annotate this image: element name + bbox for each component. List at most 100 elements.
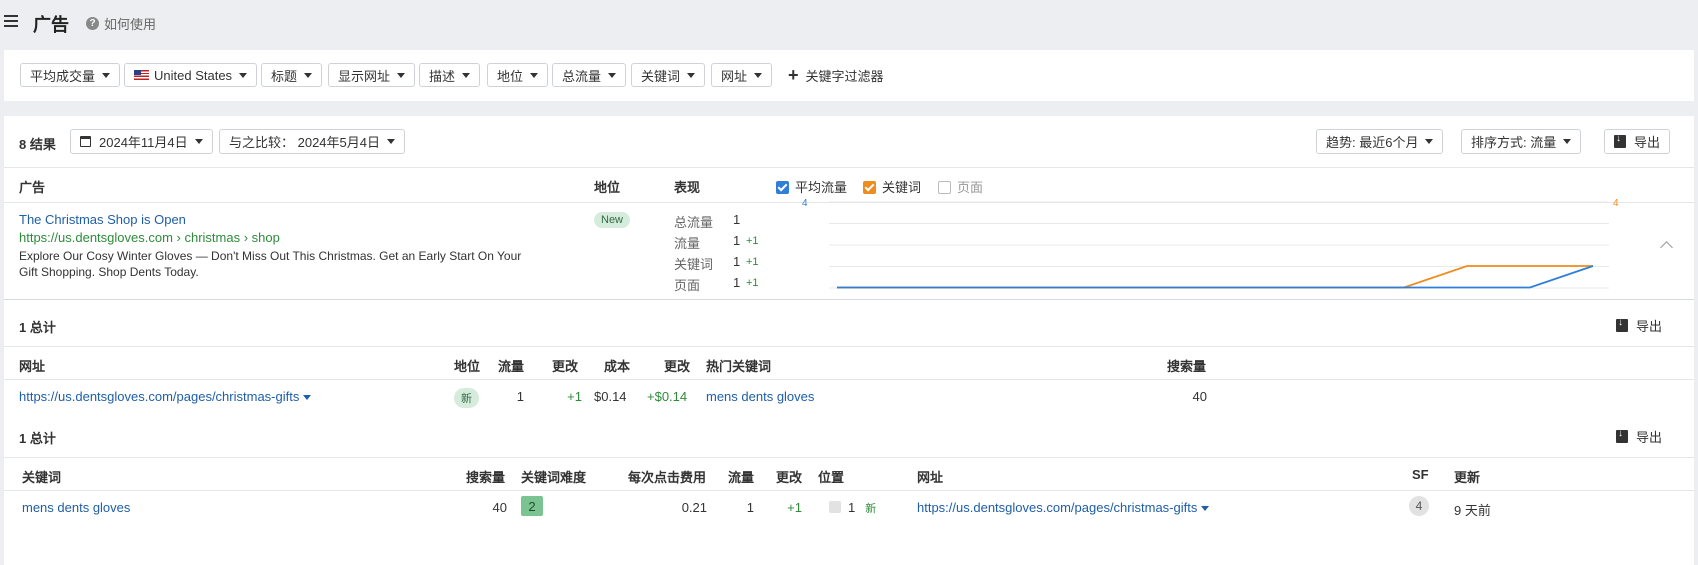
keywords-total: 1 总计 xyxy=(19,431,56,446)
ad-url[interactable]: https://us.dentsgloves.com › christmas ›… xyxy=(19,230,280,245)
trend-dropdown[interactable]: 趋势: 最近6个月 xyxy=(1316,129,1444,154)
ad-title[interactable]: The Christmas Shop is Open xyxy=(19,212,186,227)
chevron-up-icon[interactable] xyxy=(1660,241,1673,254)
ad-description-line2: Gift Shopping. Shop Dents Today. xyxy=(19,265,199,279)
keyword-position: 1新 xyxy=(829,500,876,516)
filter-avg-volume[interactable]: 平均成交量 xyxy=(20,63,121,87)
col-kd: 关键词难度 xyxy=(521,470,587,485)
keyword-change: +1 xyxy=(787,500,802,515)
chevron-down-icon xyxy=(102,72,111,78)
legend-avg-traffic[interactable]: 平均流量 xyxy=(776,177,847,196)
metric-delta: +1 xyxy=(746,256,759,268)
divider xyxy=(4,346,1694,347)
col-performance: 表现 xyxy=(674,180,701,195)
keyword-difficulty-badge: 2 xyxy=(521,496,543,516)
col-cost: 成本 xyxy=(604,359,631,374)
col-traffic: 流量 xyxy=(728,470,755,485)
legend-label: 页面 xyxy=(957,180,984,195)
metric-label: 总流量 xyxy=(674,215,714,230)
filter-bar: 平均成交量 United States 标题 显示网址 描述 地位 总流量 关键… xyxy=(4,50,1694,101)
export-button[interactable]: 导出 xyxy=(1604,129,1671,154)
filter-country[interactable]: United States xyxy=(124,63,258,87)
metric-label: 流量 xyxy=(674,236,701,251)
urls-export-button[interactable]: 导出 xyxy=(1616,316,1662,335)
keyword-updated: 9 天前 xyxy=(1454,503,1491,518)
date-picker[interactable]: 2024年11月4日 xyxy=(70,129,213,154)
url-top-keyword[interactable]: mens dents gloves xyxy=(706,389,814,404)
keyword-link[interactable]: mens dents gloves xyxy=(22,500,130,515)
col-traffic: 流量 xyxy=(498,359,525,374)
metric-label: 页面 xyxy=(674,278,701,293)
divider xyxy=(4,490,1694,491)
filter-total-traffic[interactable]: 总流量 xyxy=(552,63,627,87)
results-count: 8 结果 xyxy=(19,137,56,152)
legend-pages[interactable]: 页面 xyxy=(938,177,983,196)
filter-keywords[interactable]: 关键词 xyxy=(631,63,706,87)
filter-description[interactable]: 描述 xyxy=(419,63,481,87)
metric-delta: +1 xyxy=(746,277,759,289)
chevron-down-icon xyxy=(687,72,696,78)
url-row-link[interactable]: https://us.dentsgloves.com/pages/christm… xyxy=(19,389,312,404)
chevron-down-icon xyxy=(462,72,471,78)
serp-features-count[interactable]: 4 xyxy=(1409,496,1429,516)
checkbox-checked-icon xyxy=(863,181,876,194)
url-text: https://us.dentsgloves.com/pages/christm… xyxy=(917,500,1198,515)
page-title: 广告 xyxy=(33,15,69,35)
filter-label: 标题 xyxy=(271,68,298,84)
serp-position-icon xyxy=(829,501,841,513)
results-card: 8 结果 2024年11月4日 与之比较： 2024年5月4日 趋势: 最近6个… xyxy=(4,116,1694,565)
metric-label: 关键词 xyxy=(674,257,714,272)
col-sf: SF xyxy=(1412,467,1429,482)
chevron-down-icon xyxy=(1425,139,1434,144)
status-badge: 新 xyxy=(454,388,479,408)
sort-dropdown[interactable]: 排序方式: 流量 xyxy=(1461,129,1582,154)
download-icon xyxy=(1614,133,1626,148)
divider xyxy=(4,167,1694,168)
help-link[interactable]: ? 如何使用 xyxy=(86,14,156,33)
trend-chart: 4 4 xyxy=(802,198,1619,289)
chevron-down-icon xyxy=(194,139,203,144)
sort-label: 排序方式: 流量 xyxy=(1471,135,1557,150)
metric-value: 1 xyxy=(733,275,741,290)
checkbox-checked-icon xyxy=(776,181,789,194)
status-badge: New xyxy=(594,212,631,228)
url-change: +1 xyxy=(567,389,582,404)
filter-display-url[interactable]: 显示网址 xyxy=(328,63,416,87)
filter-url[interactable]: 网址 xyxy=(711,63,773,87)
checkbox-unchecked-icon xyxy=(938,181,951,194)
col-updated: 更新 xyxy=(1454,470,1481,485)
filter-title[interactable]: 标题 xyxy=(261,63,323,87)
col-volume: 搜索量 xyxy=(1167,359,1207,374)
filter-position[interactable]: 地位 xyxy=(487,63,549,87)
trend-label: 趋势: 最近6个月 xyxy=(1326,135,1419,150)
legend-keywords[interactable]: 关键词 xyxy=(863,177,921,196)
position-value: 1 xyxy=(848,500,856,515)
keywords-export-button[interactable]: 导出 xyxy=(1616,427,1662,446)
filter-label: 描述 xyxy=(429,68,456,84)
export-label: 导出 xyxy=(1634,135,1661,150)
filter-label: 显示网址 xyxy=(338,68,391,84)
hamburger-menu-icon[interactable] xyxy=(4,15,18,27)
calendar-icon xyxy=(80,136,91,147)
download-icon xyxy=(1616,428,1628,443)
col-url: 网址 xyxy=(19,359,46,374)
position-new-tag: 新 xyxy=(865,503,877,515)
filter-label: 平均成交量 xyxy=(30,68,96,84)
metric-delta: +1 xyxy=(746,235,759,247)
keyword-url-link[interactable]: https://us.dentsgloves.com/pages/christm… xyxy=(917,500,1210,515)
url-cost: $0.14 xyxy=(594,389,627,404)
urls-total: 1 总计 xyxy=(19,320,56,335)
filter-label: 总流量 xyxy=(562,68,602,84)
chevron-down-icon xyxy=(1563,139,1572,144)
keyword-filter-button[interactable]: + 关键字过滤器 xyxy=(779,63,893,87)
col-cost-change: 更改 xyxy=(664,359,691,374)
divider xyxy=(4,299,1694,300)
filter-label: United States xyxy=(154,67,233,83)
keyword-cpc: 0.21 xyxy=(681,500,707,515)
filter-label: 网址 xyxy=(721,68,748,84)
col-keyword: 关键词 xyxy=(22,470,62,485)
compare-picker[interactable]: 与之比较： 2024年5月4日 xyxy=(219,129,405,154)
export-label: 导出 xyxy=(1636,430,1663,445)
col-change: 更改 xyxy=(552,359,579,374)
col-top-keyword: 热门关键词 xyxy=(706,359,772,374)
